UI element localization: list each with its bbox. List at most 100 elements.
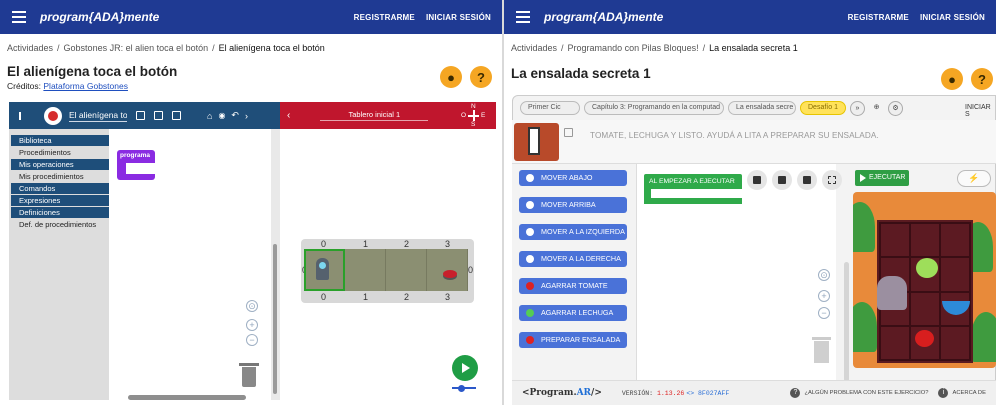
lightbulb-icon-right[interactable]: ● — [941, 68, 963, 90]
login-button-right[interactable]: INICIAR S — [965, 104, 996, 118]
tab-challenge[interactable]: Desafío 1 — [800, 101, 846, 115]
challenge-thumbnail — [514, 123, 559, 161]
program-name-field[interactable]: El alienígena toca — [69, 110, 127, 122]
login-link[interactable]: INICIAR SESIÓN — [426, 13, 491, 22]
register-link-right[interactable]: REGISTRARME — [848, 13, 909, 22]
program-ar-logo[interactable]: <Program.AR/> — [522, 388, 602, 398]
tab-exercise[interactable]: La ensalada secre — [728, 101, 796, 115]
page-title: El alienígena toca el botón — [7, 64, 178, 79]
block-grab-tomato[interactable]: AGARRAR TOMATE — [519, 278, 627, 294]
brand-logo[interactable]: program{ADA}mente — [40, 10, 159, 24]
program-block-label: programa — [117, 150, 155, 163]
turbo-toggle[interactable]: ⚡ — [957, 170, 991, 187]
credits-link[interactable]: Plataforma Gobstones — [43, 81, 128, 91]
save-icon-right[interactable] — [772, 170, 792, 190]
breadcrumb-activities-right[interactable]: Actividades — [511, 43, 557, 53]
workspace-scrollbar-right[interactable] — [844, 262, 849, 382]
save-icon[interactable] — [172, 111, 181, 120]
clipboard-icon[interactable] — [136, 111, 145, 120]
trash-icon-right[interactable] — [812, 337, 831, 363]
board-cell-2[interactable] — [386, 249, 427, 291]
menu-icon-right[interactable] — [516, 11, 530, 23]
palette-definiciones[interactable]: Definiciones — [11, 207, 109, 218]
col-label-bottom-1: 1 — [363, 292, 369, 302]
hide-icon[interactable]: ◉ — [218, 111, 225, 120]
right-window: program{ADA}mente REGISTRARME INICIAR SE… — [504, 0, 996, 405]
board-row — [304, 249, 468, 291]
start-block-label: AL EMPEZAR A EJECUTAR — [644, 174, 742, 189]
speed-slider[interactable] — [452, 384, 476, 392]
report-problem-link[interactable]: ¿ALGÚN PROBLEMA CON ESTE EJERCICIO? — [804, 390, 928, 396]
compass-south: S — [471, 121, 476, 128]
zoom-in-icon[interactable]: + — [246, 319, 258, 331]
commit-hash[interactable]: <> 8F027AFF — [686, 390, 729, 397]
breadcrumb-course-right[interactable]: Programando con Pilas Bloques! — [568, 43, 699, 53]
folder-icon-right[interactable] — [747, 170, 767, 190]
version: VERSIÓN: 1.13.26 — [621, 389, 685, 397]
question-icon-right[interactable]: ? — [971, 68, 993, 90]
palette-expresiones[interactable]: Expresiones — [11, 195, 109, 206]
center-icon-right[interactable]: ⊙ — [818, 269, 830, 281]
block-label: MOVER ABAJO — [541, 173, 593, 182]
about-link[interactable]: ACERCA DE — [952, 390, 986, 396]
horizontal-scrollbar[interactable] — [128, 395, 246, 400]
split-screen: program{ADA}mente REGISTRARME INICIAR SE… — [0, 0, 996, 405]
palette-biblioteca[interactable]: Biblioteca — [11, 135, 109, 146]
palette-mis-operaciones[interactable]: Mis operaciones — [11, 159, 109, 170]
fullscreen-icon[interactable] — [822, 170, 842, 190]
block-prepare-salad[interactable]: PREPARAR ENSALADA — [519, 332, 627, 348]
menu-icon[interactable] — [12, 11, 26, 23]
credits: Créditos: Plataforma Gobstones — [7, 81, 128, 91]
palette-mis-procedimientos[interactable]: Mis procedimientos — [11, 171, 109, 182]
palette-def-procedimientos[interactable]: Def. de procedimientos — [11, 219, 109, 230]
zoom-out-icon-right[interactable]: − — [818, 307, 830, 319]
chevron-right-icon[interactable]: › — [245, 111, 248, 121]
execute-button[interactable]: EJECUTAR — [855, 170, 909, 186]
block-move-up[interactable]: MOVER ARRIBA — [519, 197, 627, 213]
breadcrumb-course[interactable]: Gobstones JR: el alien toca el botón — [64, 43, 209, 53]
palette-comandos[interactable]: Comandos — [11, 183, 109, 194]
trash-icon[interactable] — [239, 363, 259, 387]
folder-icon[interactable] — [154, 111, 163, 120]
block-move-down[interactable]: MOVER ABAJO — [519, 170, 627, 186]
row-label-right: 0 — [468, 265, 474, 275]
center-icon[interactable]: ⊙ — [246, 300, 258, 312]
login-link-right[interactable]: INICIAR SESIÓN — [920, 13, 985, 22]
ide-menu-icon[interactable] — [19, 111, 21, 120]
register-link[interactable]: REGISTRARME — [354, 13, 415, 22]
lightbulb-icon[interactable]: ● — [440, 66, 462, 88]
home-icon[interactable]: ⌂ — [207, 111, 212, 121]
chevron-left-icon[interactable]: ‹ — [287, 110, 290, 121]
footer: <Program.AR/> VERSIÓN: 1.13.26 <> 8F027A… — [512, 380, 996, 405]
board-cell-3[interactable] — [427, 249, 468, 291]
book-icon[interactable] — [564, 128, 573, 137]
double-chevron-icon[interactable]: » — [850, 100, 865, 116]
brand-logo-right[interactable]: program{ADA}mente — [544, 10, 663, 24]
undo-icon[interactable]: ↶ — [231, 110, 239, 121]
board-cell-0[interactable] — [304, 249, 345, 291]
globe-icon[interactable]: ⊕ — [869, 101, 884, 116]
zoom-in-icon-right[interactable]: + — [818, 290, 830, 302]
settings-icon[interactable]: ⚙ — [888, 100, 903, 116]
program-block[interactable]: programa — [117, 150, 155, 181]
workspace-scrollbar[interactable] — [271, 129, 280, 400]
question-icon[interactable]: ? — [470, 66, 492, 88]
zoom-out-icon[interactable]: − — [246, 334, 258, 346]
compass-north: N — [471, 103, 476, 110]
breadcrumb-activities[interactable]: Actividades — [7, 43, 53, 53]
block-move-left[interactable]: MOVER A LA IZQUIERDA — [519, 224, 627, 240]
block-label: PREPARAR ENSALADA — [541, 335, 621, 344]
palette-procedimientos[interactable]: Procedimientos — [11, 147, 109, 158]
instruction-text: TOMATE, LECHUGA Y LISTO. AYUDÁ A LITA A … — [590, 131, 879, 140]
red-button-icon — [443, 270, 457, 278]
tab-first-cycle[interactable]: Primer Cic — [520, 101, 580, 115]
block-grab-lettuce[interactable]: AGARRAR LECHUGA — [519, 305, 627, 321]
play-button[interactable] — [452, 355, 478, 381]
start-block[interactable]: AL EMPEZAR A EJECUTAR — [644, 174, 742, 204]
block-move-right[interactable]: MOVER A LA DERECHA — [519, 251, 627, 267]
tab-chapter[interactable]: Capítulo 3: Programando en la computad — [584, 101, 724, 115]
board-name[interactable]: Tablero inicial 1 — [320, 110, 429, 121]
delete-icon[interactable] — [797, 170, 817, 190]
board-cell-1[interactable] — [345, 249, 386, 291]
compass-icon: N S O E — [461, 103, 485, 128]
